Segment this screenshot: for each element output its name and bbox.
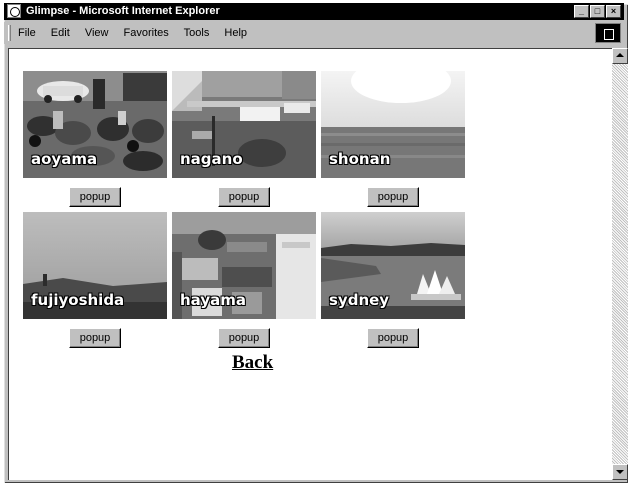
menu-tools[interactable]: Tools: [184, 27, 210, 39]
webcam-label-nagano: nagano: [180, 150, 243, 168]
popup-button-sydney[interactable]: popup: [367, 328, 419, 348]
close-button[interactable]: ×: [606, 5, 621, 18]
menu-bar: File Edit View Favorites Tools Help: [4, 22, 624, 44]
popup-button-shonan[interactable]: popup: [367, 187, 419, 207]
webcam-image-shonan[interactable]: shonan: [321, 71, 465, 178]
ie-throbber-icon: [595, 23, 621, 43]
menu-file[interactable]: File: [18, 27, 36, 39]
popup-button-aoyama[interactable]: popup: [69, 187, 121, 207]
menu-view[interactable]: View: [85, 27, 109, 39]
scroll-down-arrow-icon[interactable]: [612, 464, 628, 480]
maximize-button[interactable]: □: [590, 5, 605, 18]
ie-app-icon: [7, 4, 21, 18]
scroll-up-arrow-icon[interactable]: [612, 48, 628, 64]
back-link[interactable]: Back: [232, 352, 273, 374]
popup-button-hayama[interactable]: popup: [218, 328, 270, 348]
popup-button-fujiyoshida[interactable]: popup: [69, 328, 121, 348]
webcam-label-aoyama: aoyama: [31, 150, 98, 168]
popup-button-nagano[interactable]: popup: [218, 187, 270, 207]
menu-favorites[interactable]: Favorites: [124, 27, 169, 39]
title-bar: Glimpse - Microsoft Internet Explorer _ …: [4, 3, 624, 20]
webcam-label-hayama: hayama: [180, 291, 246, 309]
webcam-image-aoyama[interactable]: aoyama: [23, 71, 167, 178]
vertical-scrollbar[interactable]: [612, 48, 628, 480]
minimize-button[interactable]: _: [574, 5, 589, 18]
webcam-label-shonan: shonan: [329, 150, 391, 168]
window-title: Glimpse - Microsoft Internet Explorer: [26, 5, 220, 17]
toolbar-grip-icon: [8, 25, 11, 41]
webcam-label-fujiyoshida: fujiyoshida: [31, 291, 125, 309]
webcam-image-nagano[interactable]: nagano: [172, 71, 316, 178]
page-content: aoyama nagano shonan popup popup popup f…: [8, 48, 612, 480]
webcam-image-fujiyoshida[interactable]: fujiyoshida: [23, 212, 167, 319]
webcam-image-sydney[interactable]: sydney: [321, 212, 465, 319]
menu-help[interactable]: Help: [224, 27, 247, 39]
webcam-image-hayama[interactable]: hayama: [172, 212, 316, 319]
webcam-label-sydney: sydney: [329, 291, 390, 309]
window-controls: _ □ ×: [573, 5, 621, 18]
menu-edit[interactable]: Edit: [51, 27, 70, 39]
